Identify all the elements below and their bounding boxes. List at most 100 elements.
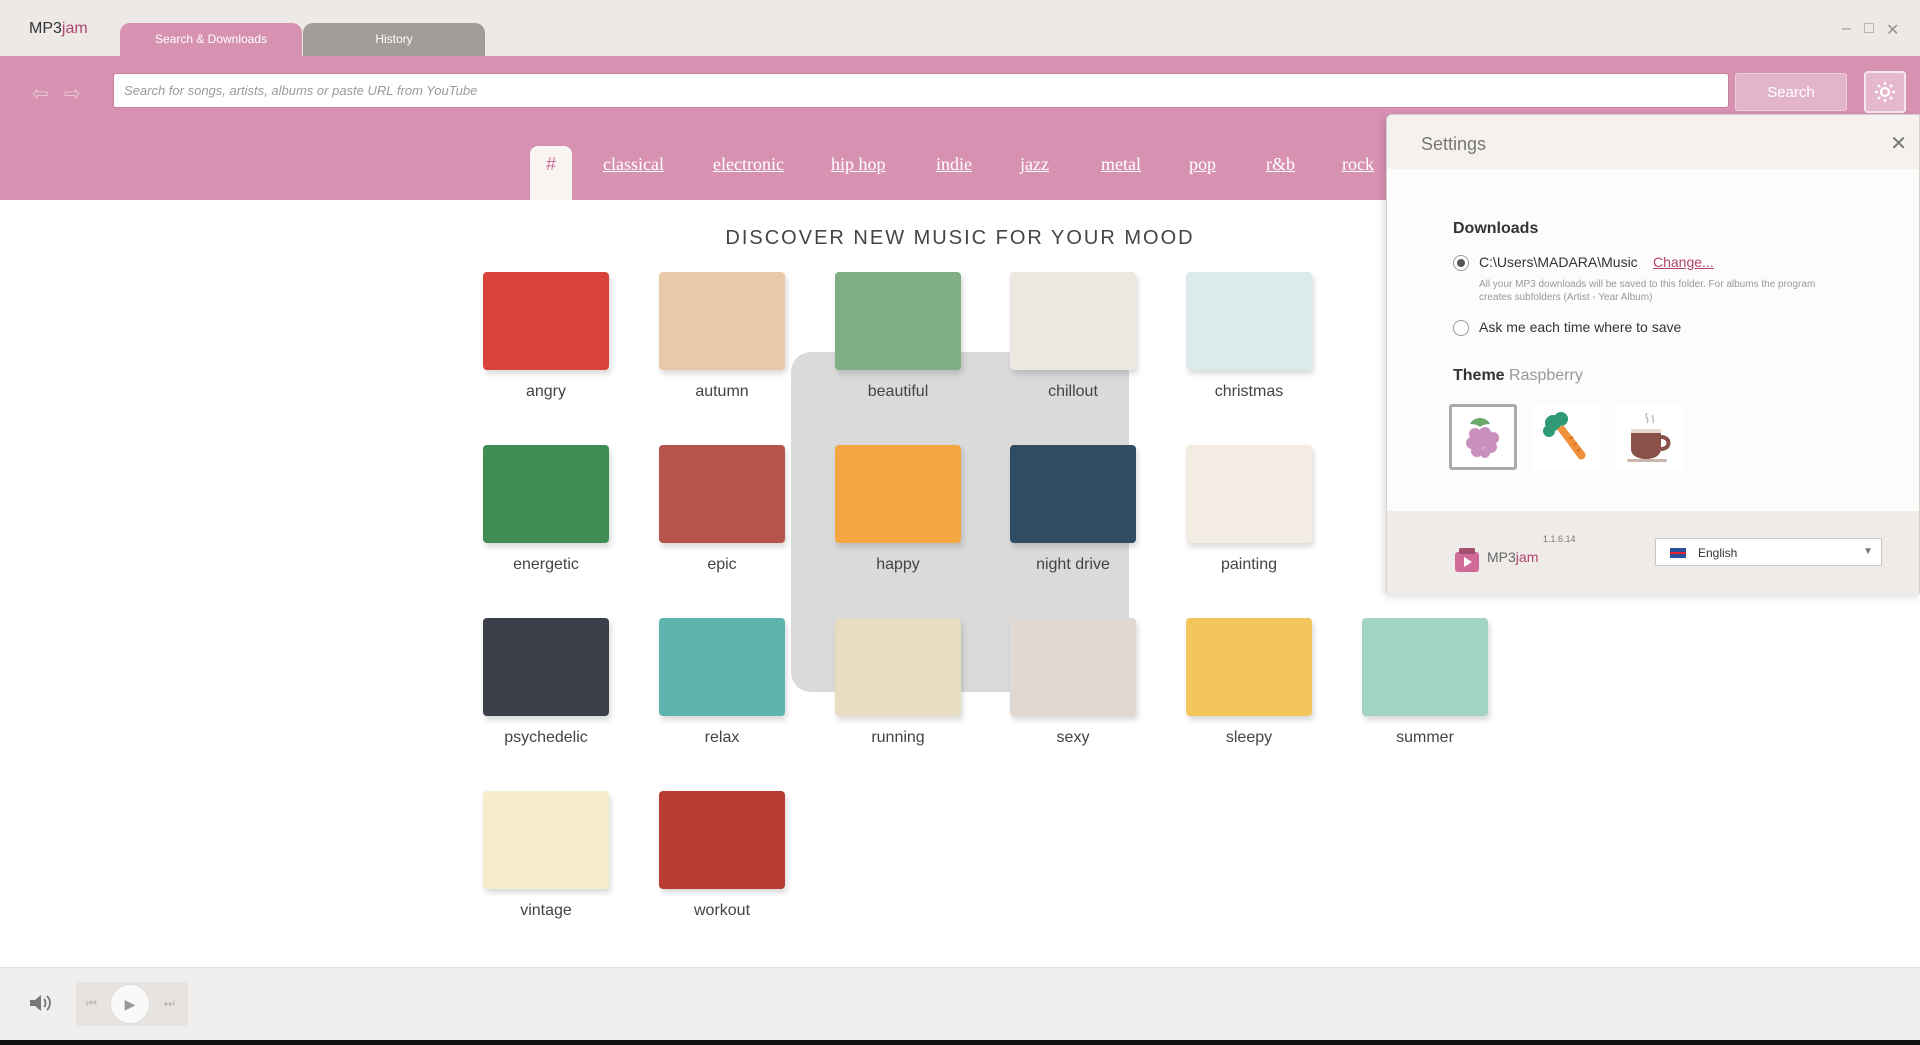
footer-brand-mp3: MP3 (1487, 549, 1516, 565)
mood-image (835, 272, 961, 370)
mood-tile[interactable]: sleepy (1186, 618, 1312, 747)
mood-label: happy (876, 556, 920, 573)
ask-each-time-label: Ask me each time where to save (1479, 319, 1682, 335)
mood-tile[interactable]: painting (1186, 445, 1312, 574)
transport-controls: ⏮ ▶ ⏭ (76, 982, 188, 1026)
mood-image (1010, 272, 1136, 370)
mood-tile[interactable]: autumn (659, 272, 785, 401)
back-arrow-icon[interactable]: ⇦ (32, 81, 49, 106)
next-track-icon[interactable]: ⏭ (164, 996, 175, 1011)
mood-tile[interactable]: sexy (1010, 618, 1136, 747)
mood-tile[interactable]: angry (483, 272, 609, 401)
mood-image (659, 791, 785, 889)
coffee-icon (1627, 412, 1671, 462)
mood-label: energetic (513, 556, 579, 573)
mood-label: sleepy (1225, 729, 1273, 746)
mood-image (1186, 445, 1312, 543)
change-folder-link[interactable]: Change... (1653, 254, 1714, 270)
previous-track-icon[interactable]: ⏮ (86, 996, 97, 1011)
forward-arrow-icon[interactable]: ⇨ (64, 81, 81, 106)
version-label: 1.1.6.14 (1543, 534, 1576, 544)
mood-tile[interactable]: summer (1362, 618, 1488, 747)
close-window-icon[interactable]: ✕ (1886, 20, 1899, 40)
search-input[interactable] (114, 74, 1728, 107)
tab-search-downloads[interactable]: Search & Downloads (120, 23, 302, 56)
settings-title: Settings (1421, 134, 1487, 154)
language-select[interactable]: English ▼ (1655, 538, 1882, 566)
genre-metal[interactable]: metal (1101, 154, 1141, 175)
mood-label: epic (707, 556, 737, 573)
downloads-heading: Downloads (1453, 220, 1539, 237)
mood-image (1186, 272, 1312, 370)
theme-heading-label: Theme (1453, 367, 1505, 384)
radio-save-to-folder[interactable] (1453, 255, 1469, 271)
mood-label: angry (525, 383, 567, 400)
footer-brand-jam: jam (1515, 549, 1539, 565)
mood-label: chillout (1048, 383, 1098, 400)
mood-tile[interactable]: psychedelic (483, 618, 609, 747)
theme-option-raspberry[interactable] (1449, 404, 1517, 470)
theme-heading: Theme Raspberry (1453, 367, 1583, 385)
mood-label: summer (1396, 729, 1454, 746)
theme-option-coffee[interactable] (1615, 404, 1683, 470)
language-value: English (1698, 546, 1738, 560)
mood-label: workout (693, 902, 751, 919)
gear-icon (1875, 82, 1895, 102)
os-taskbar (0, 1040, 1920, 1045)
mood-image (659, 618, 785, 716)
mood-tile[interactable]: running (835, 618, 961, 747)
mood-label: christmas (1214, 383, 1284, 400)
minimize-icon[interactable]: – (1842, 20, 1851, 38)
search-button[interactable]: Search (1735, 73, 1847, 111)
mood-tile[interactable]: christmas (1186, 272, 1312, 401)
mood-image (659, 445, 785, 543)
mood-label: autumn (695, 383, 749, 400)
download-path: C:\Users\MADARA\Music (1479, 254, 1638, 270)
mood-label: psychedelic (504, 729, 588, 746)
mood-label: beautiful (867, 383, 929, 400)
mood-label: vintage (520, 902, 572, 919)
mood-image (483, 791, 609, 889)
mood-tile[interactable]: vintage (483, 791, 609, 920)
genre-indie[interactable]: indie (936, 154, 972, 175)
mood-tile[interactable]: relax (659, 618, 785, 747)
uk-flag-icon (1670, 548, 1686, 558)
tab-history[interactable]: History (303, 23, 485, 56)
mood-image (1010, 618, 1136, 716)
close-icon[interactable]: ✕ (1890, 131, 1907, 156)
genre-rock[interactable]: rock (1342, 154, 1374, 175)
app-window: MP3jam Search & Downloads History – □ ✕ … (0, 0, 1920, 1040)
mood-tile[interactable]: chillout (1010, 272, 1136, 401)
search-box (113, 73, 1729, 108)
mood-image (1010, 445, 1136, 543)
genre-pop[interactable]: pop (1189, 154, 1216, 175)
download-note: All your MP3 downloads will be saved to … (1479, 279, 1816, 303)
genre-tab-hash[interactable]: # (530, 146, 572, 200)
radio-ask-each-time[interactable] (1453, 320, 1469, 336)
mp3jam-logo-icon (1453, 546, 1481, 579)
genre-classical[interactable]: classical (603, 154, 664, 175)
play-button[interactable]: ▶ (110, 984, 150, 1024)
mood-tile[interactable]: epic (659, 445, 785, 574)
mood-label: painting (1220, 556, 1278, 573)
title-bar: MP3jam Search & Downloads History – □ ✕ (0, 0, 1920, 56)
theme-option-carrot[interactable] (1533, 404, 1601, 470)
genre-r-and-b[interactable]: r&b (1266, 154, 1295, 175)
volume-icon[interactable] (28, 992, 54, 1019)
chevron-down-icon: ▼ (1863, 546, 1873, 557)
mood-tile[interactable]: happy (835, 445, 961, 574)
genre-hip-hop[interactable]: hip hop (831, 154, 886, 175)
genre-electronic[interactable]: electronic (713, 154, 784, 175)
settings-header: Settings ✕ (1387, 115, 1919, 169)
mood-tile[interactable]: energetic (483, 445, 609, 574)
settings-button[interactable] (1864, 71, 1906, 113)
mood-tile[interactable]: workout (659, 791, 785, 920)
mood-label: night drive (1036, 556, 1110, 573)
play-icon: ▶ (124, 995, 136, 1012)
genre-jazz[interactable]: jazz (1020, 154, 1049, 175)
mood-tile[interactable]: beautiful (835, 272, 961, 401)
app-logo: MP3jam (29, 20, 88, 38)
mood-tile[interactable]: night drive (1010, 445, 1136, 574)
footer-brand: MP3jam (1487, 549, 1538, 565)
maximize-icon[interactable]: □ (1864, 20, 1874, 38)
